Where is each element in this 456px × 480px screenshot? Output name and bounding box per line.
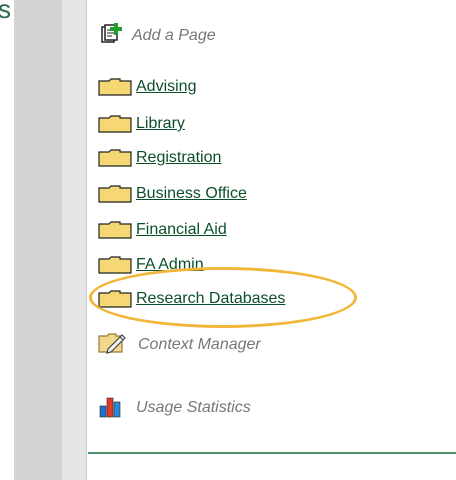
folder-link-registration[interactable]: Registration: [136, 149, 221, 167]
folder-icon: [98, 256, 132, 274]
divider-line: [88, 452, 456, 454]
folder-item-fa-admin[interactable]: FA Admin: [98, 254, 204, 276]
add-page-label: Add a Page: [132, 27, 216, 44]
folder-item-business-office[interactable]: Business Office: [98, 183, 247, 205]
left-edge: [0, 0, 14, 480]
folder-item-advising[interactable]: Advising: [98, 76, 196, 98]
folder-item-library[interactable]: Library: [98, 113, 185, 135]
folder-item-registration[interactable]: Registration: [98, 147, 221, 169]
context-manager-item[interactable]: Context Manager: [98, 332, 261, 359]
folder-icon: [98, 221, 132, 239]
folder-item-research-databases[interactable]: Research Databases: [98, 288, 285, 310]
usage-statistics-item[interactable]: Usage Statistics: [98, 397, 251, 419]
folder-icon: [98, 185, 132, 203]
gray-margin: [14, 0, 62, 480]
cut-off-text-fragment: s: [0, 0, 11, 24]
gray-margin-inner: [62, 0, 86, 480]
context-manager-icon: [98, 332, 128, 359]
folder-icon: [98, 115, 132, 133]
folder-link-fa-admin[interactable]: FA Admin: [136, 256, 204, 274]
usage-statistics-label: Usage Statistics: [136, 399, 251, 416]
add-page-icon: [98, 22, 124, 51]
folder-link-advising[interactable]: Advising: [136, 78, 196, 96]
folder-icon: [98, 149, 132, 167]
folder-icon: [98, 78, 132, 96]
context-manager-label: Context Manager: [138, 336, 261, 353]
folder-link-library[interactable]: Library: [136, 115, 185, 133]
folder-link-financial-aid[interactable]: Financial Aid: [136, 221, 227, 239]
folder-icon: [98, 290, 132, 308]
folder-link-research-databases[interactable]: Research Databases: [136, 290, 285, 308]
folder-link-business-office[interactable]: Business Office: [136, 185, 247, 203]
bar-chart-icon: [98, 394, 124, 423]
add-page-item[interactable]: Add a Page: [98, 22, 216, 47]
folder-item-financial-aid[interactable]: Financial Aid: [98, 219, 227, 241]
